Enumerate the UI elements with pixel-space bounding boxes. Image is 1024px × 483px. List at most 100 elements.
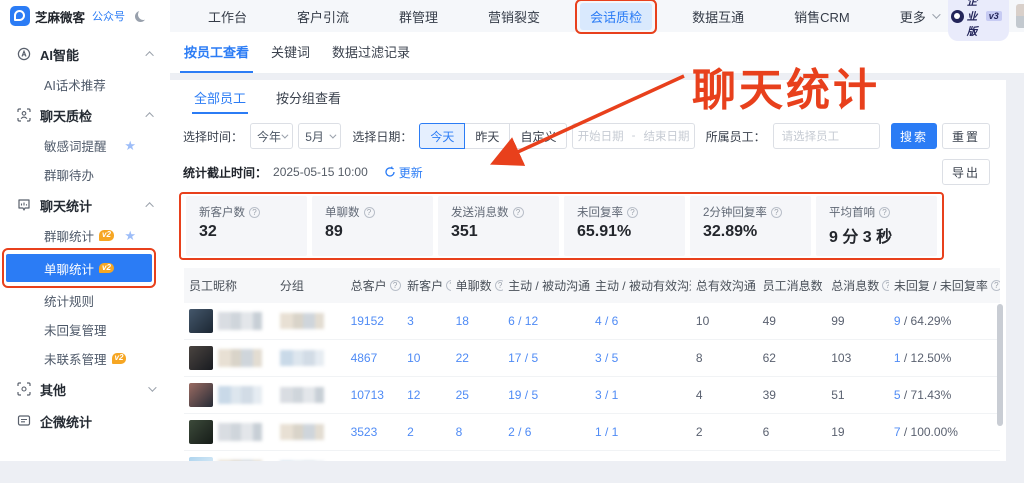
table-cell[interactable]: 22	[451, 340, 504, 377]
date-custom-button[interactable]: 自定义	[509, 123, 567, 149]
column-header[interactable]: 主动 / 被动沟通?	[503, 268, 590, 303]
dark-mode-icon[interactable]	[135, 11, 146, 22]
help-icon[interactable]: ?	[627, 207, 638, 218]
column-header[interactable]: 分组	[275, 268, 346, 303]
star-icon[interactable]: ★	[124, 139, 136, 152]
help-icon[interactable]: ?	[771, 207, 782, 218]
sidebar-item[interactable]: 未回复管理	[0, 315, 170, 344]
table-cell[interactable]: 4867	[346, 340, 403, 377]
star-icon[interactable]: ★	[124, 229, 136, 242]
table-cell[interactable]: 10713	[346, 377, 403, 414]
top-nav-item[interactable]: 群管理	[389, 3, 448, 30]
column-header[interactable]: 单聊数?	[451, 268, 504, 303]
table-cell[interactable]: 3 / 1	[590, 377, 691, 414]
unreplied-count-link[interactable]: 7	[894, 425, 901, 439]
help-icon[interactable]: ?	[513, 207, 524, 218]
sidebar-section-label: AI智能	[40, 45, 79, 64]
table-cell[interactable]: 0 / 1	[590, 451, 691, 462]
chevron-up-icon	[145, 51, 153, 59]
table-cell[interactable]: 2 / 6	[503, 414, 590, 451]
help-icon[interactable]: ?	[390, 280, 401, 291]
top-nav-item[interactable]: 更多	[890, 3, 948, 30]
sidebar-section-wework[interactable]: 企微统计	[0, 405, 170, 437]
date-yesterday-button[interactable]: 昨天	[464, 123, 510, 149]
month-select[interactable]: 5月	[298, 123, 341, 149]
sidebar-item[interactable]: 单聊统计v2	[6, 254, 152, 282]
column-header[interactable]: 未回复 / 未回复率?	[889, 268, 1000, 303]
account-type-link[interactable]: 公众号	[92, 8, 125, 24]
table-cell[interactable]: 19 / 5	[503, 377, 590, 414]
table-cell[interactable]: 6 / 12	[503, 303, 590, 340]
table-cell[interactable]: 1 / 1	[590, 414, 691, 451]
view-tab[interactable]: 按分组查看	[274, 82, 343, 114]
help-icon[interactable]: ?	[882, 280, 889, 291]
top-nav-item[interactable]: 销售CRM	[784, 3, 860, 30]
sidebar-section-chat-stats[interactable]: 聊天统计	[0, 189, 170, 221]
help-icon[interactable]: ?	[249, 207, 260, 218]
top-nav-item[interactable]: 营销裂变	[478, 3, 550, 30]
export-button[interactable]: 导出	[942, 159, 990, 185]
staff-select-input[interactable]: 请选择员工	[773, 123, 880, 149]
column-header[interactable]: 新客户?	[402, 268, 450, 303]
search-button[interactable]: 搜索	[891, 123, 937, 149]
table-cell[interactable]: 19152	[346, 303, 403, 340]
help-icon[interactable]: ?	[364, 207, 375, 218]
view-tab[interactable]: 全部员工	[192, 82, 248, 114]
unreplied-count-link[interactable]: 5	[894, 388, 901, 402]
column-label: 新客户	[407, 277, 443, 294]
help-icon[interactable]: ?	[879, 207, 890, 218]
user-avatar[interactable]	[1016, 4, 1024, 28]
refresh-link[interactable]: 更新	[384, 164, 423, 181]
top-nav-item[interactable]: 数据互通	[682, 3, 754, 30]
sidebar-item[interactable]: 未联系管理v2	[0, 344, 170, 373]
table-cell[interactable]: 12	[402, 377, 450, 414]
sidebar-section-qc[interactable]: 聊天质检	[0, 99, 170, 131]
help-icon[interactable]: ?	[495, 280, 503, 291]
unreplied-count-link[interactable]: 9	[894, 314, 901, 328]
table-cell[interactable]: 2	[402, 414, 450, 451]
table-cell[interactable]: 9292	[346, 451, 403, 462]
sidebar-item[interactable]: 统计规则	[0, 286, 170, 315]
table-cell[interactable]: 18	[451, 303, 504, 340]
page-tab[interactable]: 按员工查看	[180, 32, 253, 73]
column-header[interactable]: 员工消息数?	[758, 268, 827, 303]
unreplied-cell: 1 / 12.50%	[889, 340, 1000, 377]
top-nav-item[interactable]: 客户引流	[287, 3, 359, 30]
date-today-button[interactable]: 今天	[419, 123, 465, 149]
top-nav-item[interactable]: 会话质检	[580, 3, 652, 30]
unreplied-rate: / 100.00%	[901, 425, 958, 439]
table-cell[interactable]: 4 / 6	[590, 303, 691, 340]
sidebar-section-other[interactable]: 其他	[0, 373, 170, 405]
unreplied-count-link[interactable]: 1	[894, 351, 901, 365]
table-cell[interactable]: 3523	[346, 414, 403, 451]
date-range-input[interactable]: 开始日期 - 结束日期	[572, 123, 694, 149]
sidebar-item[interactable]: 敏感词提醒★	[0, 131, 170, 160]
table-cell[interactable]: 17 / 5	[503, 340, 590, 377]
table-cell[interactable]: 8	[451, 414, 504, 451]
page-tab[interactable]: 数据过滤记录	[328, 32, 414, 73]
column-header[interactable]: 主动 / 被动有效沟通?	[590, 268, 691, 303]
table-cell[interactable]: 6	[451, 451, 504, 462]
table-cell[interactable]: 1 / 4	[503, 451, 590, 462]
table-cell[interactable]: 25	[451, 377, 504, 414]
column-header[interactable]: 员工昵称	[184, 268, 275, 303]
column-header[interactable]: 总有效沟通?	[691, 268, 758, 303]
sidebar-item[interactable]: 群聊统计v2★	[0, 221, 170, 250]
sidebar-item[interactable]: 群聊待办	[0, 160, 170, 189]
year-select[interactable]: 今年	[250, 123, 293, 149]
help-icon[interactable]: ?	[991, 280, 1000, 291]
table-cell[interactable]: 3	[402, 303, 450, 340]
sidebar-section-ai[interactable]: AI智能	[0, 38, 170, 70]
sidebar-item[interactable]: AI话术推荐	[0, 70, 170, 99]
column-header[interactable]: 总消息数?	[826, 268, 889, 303]
column-header[interactable]: 总客户?	[346, 268, 403, 303]
top-nav-item[interactable]: 工作台	[198, 3, 257, 30]
reset-button[interactable]: 重置	[942, 123, 990, 149]
table-cell[interactable]: 2	[402, 451, 450, 462]
table-cell[interactable]: 10	[402, 340, 450, 377]
table-scrollbar[interactable]	[997, 304, 1003, 426]
page-tab[interactable]: 关键词	[267, 32, 314, 73]
table-cell[interactable]: 3 / 5	[590, 340, 691, 377]
help-icon[interactable]: ?	[446, 280, 450, 291]
employee-info	[189, 420, 270, 444]
